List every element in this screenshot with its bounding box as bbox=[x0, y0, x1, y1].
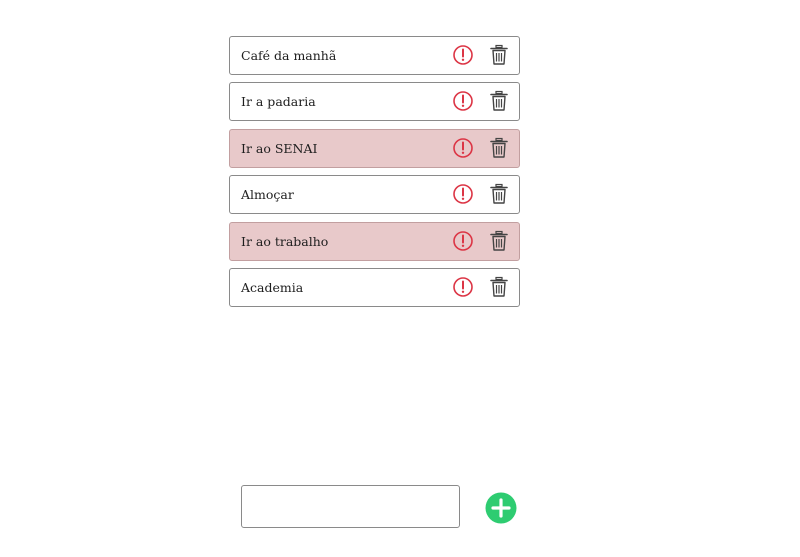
delete-button[interactable] bbox=[489, 137, 509, 159]
mark-important-button[interactable] bbox=[452, 137, 474, 159]
mark-important-button[interactable] bbox=[452, 44, 474, 66]
trash-icon bbox=[490, 276, 508, 297]
exclamation-circle-icon bbox=[453, 184, 473, 204]
mark-important-button[interactable] bbox=[452, 90, 474, 112]
plus-circle-icon bbox=[485, 492, 517, 524]
delete-button[interactable] bbox=[489, 276, 509, 298]
task-item: Ir a padaria bbox=[229, 82, 520, 122]
task-label: Ir ao SENAI bbox=[241, 140, 318, 156]
mark-important-button[interactable] bbox=[452, 276, 474, 298]
exclamation-circle-icon bbox=[453, 91, 473, 112]
task-list: Café da manhã Ir a padaria Ir ao SENAI A… bbox=[229, 36, 520, 314]
exclamation-circle-icon bbox=[453, 45, 473, 65]
task-label: Academia bbox=[241, 279, 304, 295]
exclamation-circle-icon bbox=[453, 137, 473, 158]
task-label: Ir ao trabalho bbox=[241, 233, 329, 249]
new-task-input[interactable] bbox=[241, 485, 460, 528]
add-task-button[interactable] bbox=[485, 492, 517, 524]
delete-button[interactable] bbox=[489, 230, 509, 252]
delete-button[interactable] bbox=[489, 44, 509, 66]
trash-icon bbox=[490, 91, 508, 112]
task-item: Academia bbox=[229, 267, 520, 307]
trash-icon bbox=[490, 137, 508, 158]
mark-important-button[interactable] bbox=[452, 230, 474, 252]
task-item: Café da manhã bbox=[229, 36, 520, 75]
task-item: Almoçar bbox=[229, 175, 520, 215]
exclamation-circle-icon bbox=[453, 230, 473, 251]
trash-icon bbox=[490, 184, 508, 204]
task-label: Café da manhã bbox=[241, 48, 337, 63]
mark-important-button[interactable] bbox=[452, 183, 474, 205]
task-item-important: Ir ao SENAI bbox=[229, 128, 520, 168]
delete-button[interactable] bbox=[489, 90, 509, 112]
trash-icon bbox=[490, 230, 508, 251]
exclamation-circle-icon bbox=[453, 277, 473, 297]
task-label: Ir a padaria bbox=[241, 94, 316, 110]
delete-button[interactable] bbox=[489, 183, 509, 205]
task-item-important: Ir ao trabalho bbox=[229, 221, 520, 261]
trash-icon bbox=[490, 44, 508, 65]
task-label: Almoçar bbox=[241, 187, 294, 203]
